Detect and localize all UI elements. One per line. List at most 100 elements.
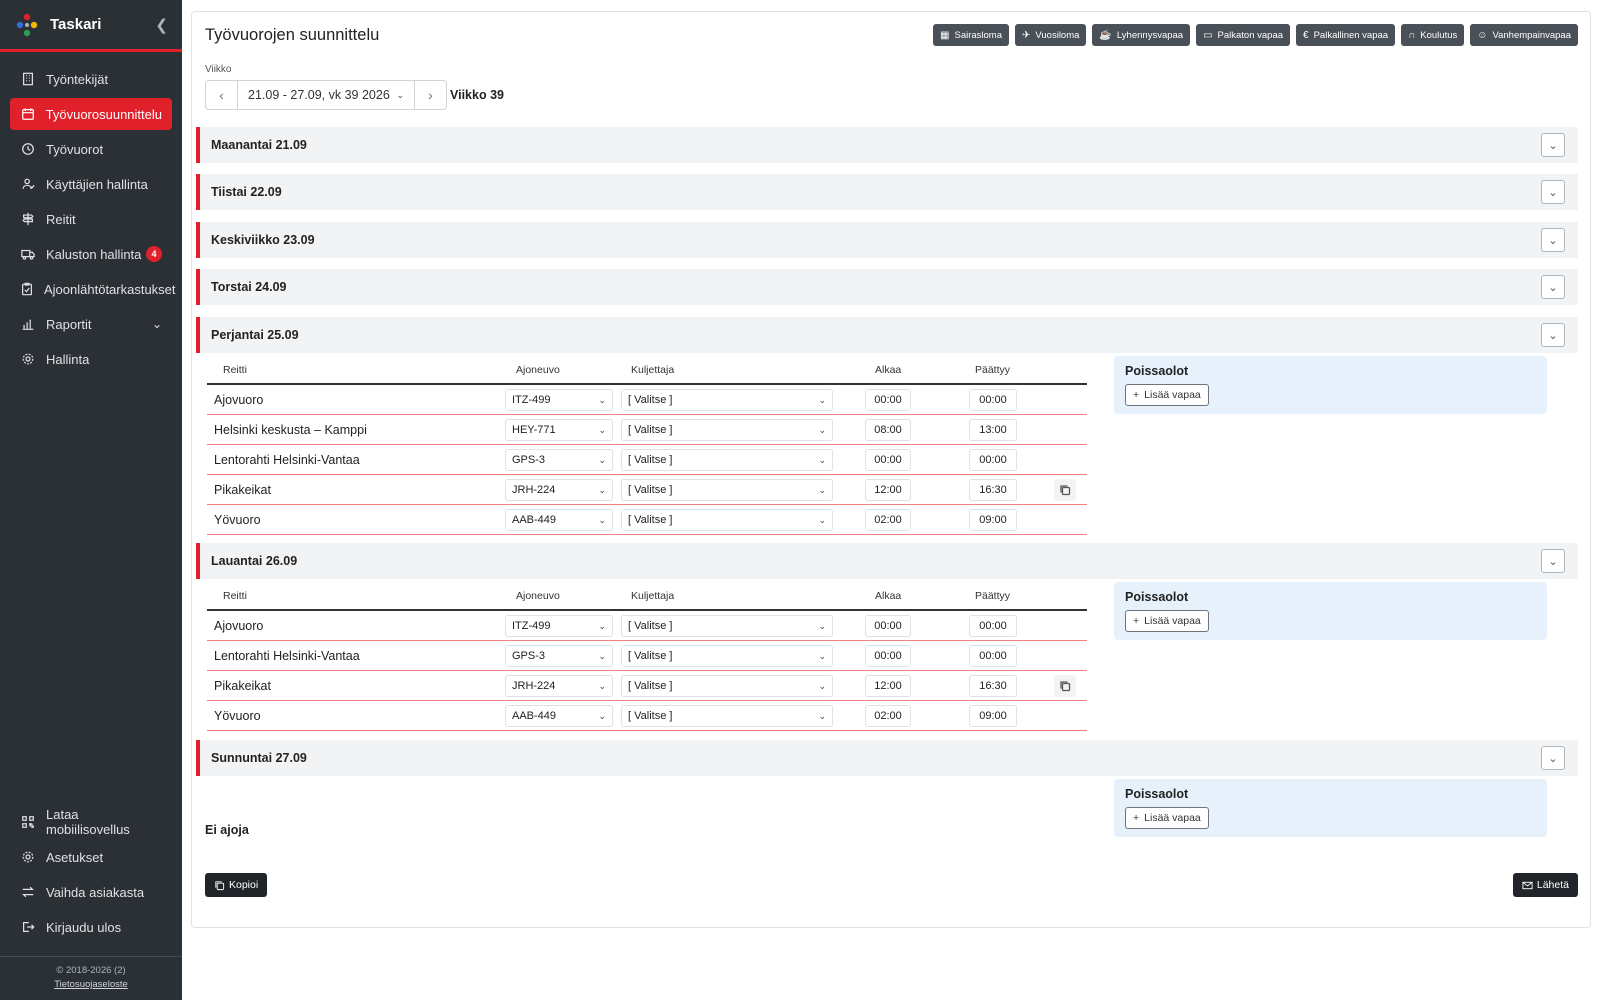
add-absence-button[interactable]: + Lisää vapaa: [1125, 384, 1209, 406]
vehicle-select[interactable]: HEY-771 ⌄: [505, 419, 613, 441]
table-row: Lentorahti Helsinki-Vantaa GPS-3 ⌄[ Valits…: [207, 641, 1087, 671]
sidebar-item-kaluston-hallinta[interactable]: Kaluston hallinta 4: [10, 238, 172, 270]
driver-select[interactable]: [ Valitse ] ⌄: [621, 479, 833, 501]
start-time-input[interactable]: 00:00: [865, 645, 911, 667]
driver-value: [ Valitse ]: [628, 394, 673, 406]
add-absence-button[interactable]: + Lisää vapaa: [1125, 807, 1209, 829]
day-header[interactable]: Torstai 24.09 ⌄: [196, 269, 1578, 305]
privacy-link[interactable]: Tietosuojaseloste: [0, 978, 182, 992]
start-time-input[interactable]: 00:00: [865, 449, 911, 471]
absences-panel: Poissaolot + Lisää vapaa: [1114, 356, 1547, 414]
expand-day-button[interactable]: ⌄: [1541, 228, 1565, 252]
start-time-input[interactable]: 02:00: [865, 705, 911, 727]
vehicle-select[interactable]: GPS-3 ⌄: [505, 449, 613, 471]
vehicle-select[interactable]: AAB-449 ⌄: [505, 705, 613, 727]
copy-button[interactable]: Kopioi: [205, 873, 268, 897]
vehicle-select[interactable]: AAB-449 ⌄: [505, 509, 613, 531]
end-time-input[interactable]: 00:00: [969, 645, 1017, 667]
day-header[interactable]: Maanantai 21.09 ⌄: [196, 127, 1578, 163]
sidebar-item-kirjaudu-ulos[interactable]: Kirjaudu ulos: [10, 911, 172, 943]
day-header[interactable]: Perjantai 25.09 ⌄: [196, 317, 1578, 353]
day-header[interactable]: Sunnuntai 27.09 ⌄: [196, 740, 1578, 776]
copy-icon[interactable]: [1054, 479, 1076, 501]
start-time-input[interactable]: 00:00: [865, 615, 911, 637]
end-time-input[interactable]: 13:00: [969, 419, 1017, 441]
copy-icon[interactable]: [1054, 675, 1076, 697]
start-time-input[interactable]: 08:00: [865, 419, 911, 441]
sidebar-item-label: Työvuorosuunnittelu: [45, 106, 162, 122]
absence-button-vanhempainvapaa[interactable]: ☺ Vanhempainvapaa: [1470, 24, 1578, 46]
vehicle-select[interactable]: GPS-3 ⌄: [505, 645, 613, 667]
sidebar-item-label: Käyttäjien hallinta: [46, 176, 148, 192]
driver-select[interactable]: [ Valitse ] ⌄: [621, 645, 833, 667]
vehicle-value: HEY-771: [512, 424, 556, 436]
absence-button-sairasloma[interactable]: ▦ Sairasloma: [933, 24, 1010, 46]
sidebar-item-label: Kirjaudu ulos: [46, 919, 122, 935]
next-week-button[interactable]: ›: [414, 80, 447, 110]
sidebar-item-käyttäjien-hallinta[interactable]: Käyttäjien hallinta: [10, 168, 172, 200]
sidebar-item-reitit[interactable]: Reitit: [10, 203, 172, 235]
users-icon: [20, 176, 36, 192]
route-name: Pikakeikat: [214, 483, 271, 497]
send-button[interactable]: Lähetä: [1512, 873, 1578, 897]
day-title: Maanantai 21.09: [211, 138, 307, 152]
absence-button-palkallinen-vapaa[interactable]: € Palkallinen vapaa: [1296, 24, 1396, 46]
day-header[interactable]: Tiistai 22.09 ⌄: [196, 174, 1578, 210]
sidebar-item-työvuorosuunnittelu[interactable]: Työvuorosuunnittelu: [10, 98, 172, 130]
previous-week-button[interactable]: ‹: [205, 80, 238, 110]
sidebar-item-ajoonlähtötarkastukset[interactable]: Ajoonlähtötarkastukset: [10, 273, 176, 305]
chevron-down-icon: ⌄: [818, 650, 826, 661]
absence-button-koulutus[interactable]: ∩ Koulutus: [1401, 24, 1465, 46]
sidebar-item-lataa-mobiilisovellus[interactable]: Lataa mobiilisovellus: [10, 806, 172, 838]
day-header[interactable]: Lauantai 26.09 ⌄: [196, 543, 1578, 579]
expand-day-button[interactable]: ⌄: [1541, 549, 1565, 573]
collapse-sidebar-button[interactable]: ❮: [155, 16, 168, 34]
expand-day-button[interactable]: ⌄: [1541, 180, 1565, 204]
expand-day-button[interactable]: ⌄: [1541, 275, 1565, 299]
driver-select[interactable]: [ Valitse ] ⌄: [621, 449, 833, 471]
expand-day-button[interactable]: ⌄: [1541, 323, 1565, 347]
driver-select[interactable]: [ Valitse ] ⌄: [621, 419, 833, 441]
end-time-input[interactable]: 16:30: [969, 479, 1017, 501]
absence-button-vuosiloma[interactable]: ✈ Vuosiloma: [1015, 24, 1087, 46]
end-time-input[interactable]: 16:30: [969, 675, 1017, 697]
sidebar-item-vaihda-asiakasta[interactable]: Vaihda asiakasta: [10, 876, 172, 908]
sidebar-item-label: Työntekijät: [46, 71, 109, 87]
sidebar-item-hallinta[interactable]: Hallinta: [10, 343, 172, 375]
end-time-input[interactable]: 00:00: [969, 449, 1017, 471]
sidebar-item-työvuorot[interactable]: Työvuorot: [10, 133, 172, 165]
expand-day-button[interactable]: ⌄: [1541, 746, 1565, 770]
sidebar-item-asetukset[interactable]: Asetukset: [10, 841, 172, 873]
driver-select[interactable]: [ Valitse ] ⌄: [621, 509, 833, 531]
start-time-input[interactable]: 00:00: [865, 389, 911, 411]
airplane-icon: ✈: [1022, 29, 1031, 41]
vehicle-select[interactable]: JRH-224 ⌄: [505, 479, 613, 501]
start-time-input[interactable]: 12:00: [865, 675, 911, 697]
driver-select[interactable]: [ Valitse ] ⌄: [621, 675, 833, 697]
vehicle-select[interactable]: JRH-224 ⌄: [505, 675, 613, 697]
absence-button-lyhennysvapaa[interactable]: ☕ Lyhennysvapaa: [1092, 24, 1191, 46]
driver-select[interactable]: [ Valitse ] ⌄: [621, 705, 833, 727]
driver-select[interactable]: [ Valitse ] ⌄: [621, 615, 833, 637]
absence-button-palkaton-vapaa[interactable]: ▭ Palkaton vapaa: [1196, 24, 1291, 46]
end-time-input[interactable]: 09:00: [969, 705, 1017, 727]
absences-title: Poissaolot: [1125, 787, 1189, 801]
day-header[interactable]: Keskiviikko 23.09 ⌄: [196, 222, 1578, 258]
driver-select[interactable]: [ Valitse ] ⌄: [621, 389, 833, 411]
vehicle-select[interactable]: ITZ-499 ⌄: [505, 389, 613, 411]
absence-button-label: Palkaton vapaa: [1217, 29, 1284, 41]
expand-day-button[interactable]: ⌄: [1541, 133, 1565, 157]
sidebar-item-raportit[interactable]: Raportit ⌄: [10, 308, 172, 340]
week-select[interactable]: 21.09 - 27.09, vk 39 2026 ⌄: [238, 80, 414, 110]
end-time-input[interactable]: 09:00: [969, 509, 1017, 531]
start-time-input[interactable]: 02:00: [865, 509, 911, 531]
brand: Taskari ❮: [0, 0, 182, 52]
card-icon: ▭: [1203, 29, 1213, 41]
vehicle-select[interactable]: ITZ-499 ⌄: [505, 615, 613, 637]
sidebar-item-työntekijät[interactable]: Työntekijät: [10, 63, 172, 95]
end-time-input[interactable]: 00:00: [969, 389, 1017, 411]
table-header: Reitti Ajoneuvo Kuljettaja Alkaa Päättyy: [207, 581, 1087, 611]
end-time-input[interactable]: 00:00: [969, 615, 1017, 637]
start-time-input[interactable]: 12:00: [865, 479, 911, 501]
add-absence-button[interactable]: + Lisää vapaa: [1125, 610, 1209, 632]
